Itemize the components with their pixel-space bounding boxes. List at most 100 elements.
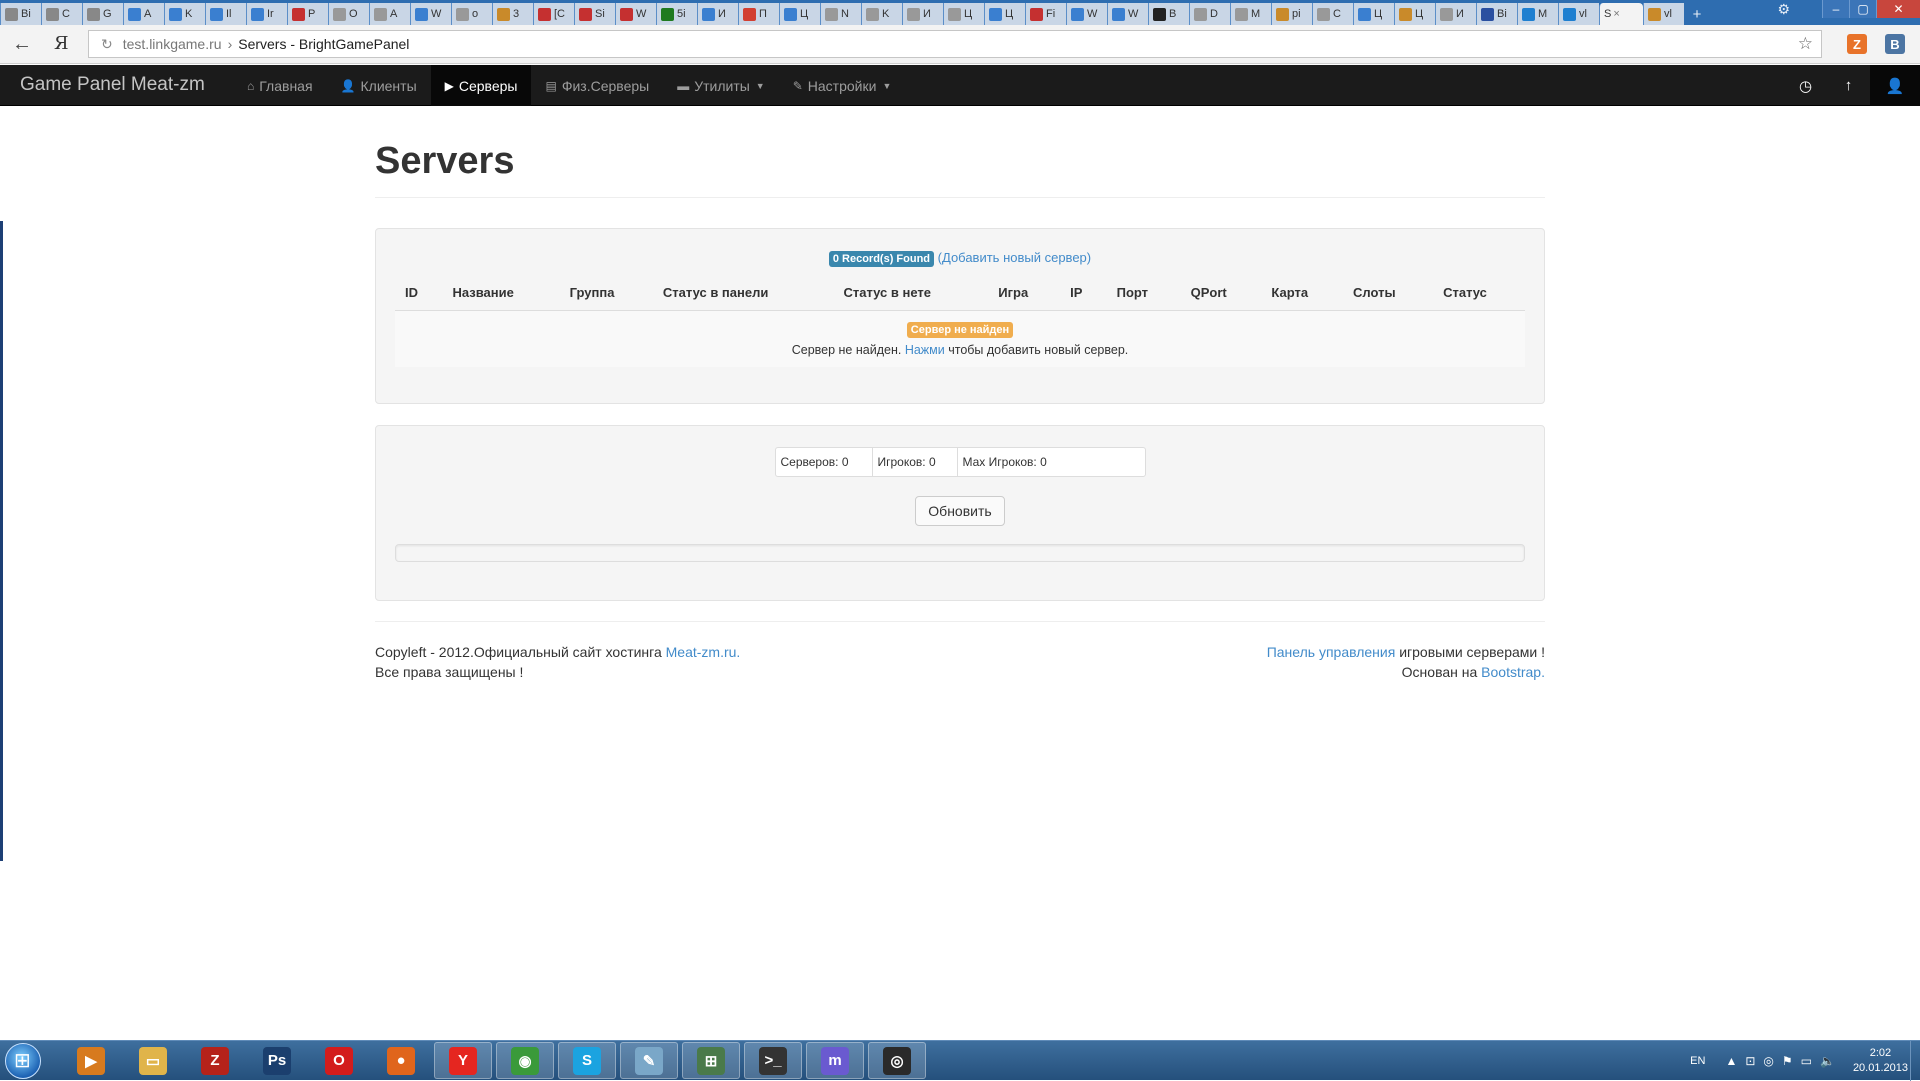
browser-tab[interactable]: W: [1107, 3, 1148, 25]
taskbar-mirc-button[interactable]: m: [806, 1042, 864, 1079]
browser-tab[interactable]: Ir: [246, 3, 287, 25]
taskbar-network-button[interactable]: ⊞: [682, 1042, 740, 1079]
browser-tab[interactable]: o: [451, 3, 492, 25]
maximize-button[interactable]: ▢: [1849, 0, 1876, 18]
browser-tab[interactable]: Fi: [1025, 3, 1066, 25]
upload-icon[interactable]: ↑: [1827, 65, 1870, 106]
extension-vk-icon[interactable]: B: [1885, 34, 1905, 54]
browser-tab[interactable]: Bi: [1476, 3, 1517, 25]
footer-panel-text: игровыми серверами !: [1399, 644, 1545, 660]
footer-panel-link[interactable]: Панель управления: [1267, 644, 1396, 660]
brand[interactable]: Game Panel Meat-zm: [20, 74, 205, 96]
taskbar-filezilla-button[interactable]: Z: [186, 1042, 244, 1079]
browser-tab[interactable]: vl: [1558, 3, 1599, 25]
tab-favicon-icon: [251, 7, 264, 21]
tab-favicon-icon: [333, 7, 346, 21]
close-window-button[interactable]: ✕: [1876, 0, 1920, 18]
browser-tab[interactable]: M: [1230, 3, 1271, 25]
tab-label: O: [349, 8, 358, 20]
reload-icon[interactable]: ↻: [101, 36, 113, 53]
browser-tab[interactable]: K: [164, 3, 205, 25]
nav-item-settings[interactable]: ✎ Настройки ▼: [779, 65, 906, 106]
browser-tab[interactable]: 5i: [656, 3, 697, 25]
browser-tab[interactable]: Ц: [1353, 3, 1394, 25]
start-button[interactable]: [5, 1043, 41, 1079]
clock-time: 2:02: [1869, 1047, 1892, 1059]
taskbar-steam-button[interactable]: ◎: [868, 1042, 926, 1079]
nav-item-phys-servers[interactable]: ▤ Физ.Серверы: [531, 65, 663, 106]
yandex-home-icon[interactable]: Я: [54, 33, 69, 54]
refresh-button[interactable]: Обновить: [915, 496, 1005, 526]
browser-tab[interactable]: O: [328, 3, 369, 25]
browser-tab[interactable]: П: [738, 3, 779, 25]
browser-tab[interactable]: Bi: [0, 3, 41, 25]
browser-tab[interactable]: P: [287, 3, 328, 25]
bookmark-star-icon[interactable]: ☆: [1798, 34, 1813, 54]
taskbar-media-player-button[interactable]: ▶: [62, 1042, 120, 1079]
power-icon[interactable]: ◷: [1784, 65, 1827, 106]
browser-tab[interactable]: Ц: [943, 3, 984, 25]
browser-tab[interactable]: Ц: [984, 3, 1025, 25]
address-bar[interactable]: ↻ test.linkgame.ru › Servers - BrightGam…: [88, 30, 1822, 58]
browser-tab[interactable]: Si: [574, 3, 615, 25]
browser-tab[interactable]: И: [1435, 3, 1476, 25]
taskbar-explorer-button[interactable]: ▭: [124, 1042, 182, 1079]
browser-tab[interactable]: C: [1312, 3, 1353, 25]
main-container: Servers 0 Record(s) Found (Добавить новы…: [375, 106, 1545, 682]
language-indicator[interactable]: EN: [1690, 1055, 1705, 1067]
taskbar-chrome-button[interactable]: ◉: [496, 1042, 554, 1079]
taskbar-yandex-button[interactable]: Y: [434, 1042, 492, 1079]
browser-tab[interactable]: И: [902, 3, 943, 25]
browser-tab[interactable]: A: [123, 3, 164, 25]
browser-tab[interactable]: Il: [205, 3, 246, 25]
browser-tab[interactable]: D: [1189, 3, 1230, 25]
tray-volume-icon[interactable]: 🔈: [1820, 1054, 1835, 1068]
browser-tab[interactable]: C: [41, 3, 82, 25]
nav-item-home[interactable]: ⌂ Главная: [233, 65, 327, 106]
footer-bootstrap-link[interactable]: Bootstrap.: [1481, 664, 1545, 680]
taskbar-opera-button[interactable]: O: [310, 1042, 368, 1079]
user-icon[interactable]: 👤: [1870, 65, 1920, 106]
browser-tab[interactable]: M: [1517, 3, 1558, 25]
show-desktop-button[interactable]: [1910, 1041, 1920, 1081]
clock[interactable]: 2:02 20.01.2013: [1853, 1046, 1908, 1076]
browser-tab[interactable]: W: [410, 3, 451, 25]
tray-arrow-icon[interactable]: ▲: [1725, 1054, 1737, 1068]
browser-tab[interactable]: N: [820, 3, 861, 25]
browser-tab[interactable]: pi: [1271, 3, 1312, 25]
browser-tab[interactable]: 3: [492, 3, 533, 25]
taskbar-photoshop-button[interactable]: Ps: [248, 1042, 306, 1079]
back-arrow-icon[interactable]: ←: [12, 33, 32, 56]
browser-tab[interactable]: W: [1066, 3, 1107, 25]
tray-flag-icon[interactable]: ⚑: [1782, 1054, 1793, 1068]
add-server-click-link[interactable]: Нажми: [905, 343, 945, 357]
new-tab-button[interactable]: +: [1684, 3, 1710, 25]
tray-network-icon[interactable]: ⊡: [1745, 1054, 1755, 1068]
taskbar-firefox-button[interactable]: ●: [372, 1042, 430, 1079]
extension-z-icon[interactable]: Z: [1847, 34, 1867, 54]
nav-item-clients[interactable]: 👤 Клиенты: [327, 65, 431, 106]
browser-tab[interactable]: И: [697, 3, 738, 25]
add-server-link[interactable]: Добавить новый сервер: [942, 250, 1087, 265]
browser-tab-active[interactable]: S ×: [1599, 3, 1643, 25]
minimize-button[interactable]: –: [1822, 0, 1849, 18]
browser-tab[interactable]: [C: [533, 3, 574, 25]
nav-item-servers[interactable]: ▶ Серверы: [430, 65, 532, 106]
browser-tab[interactable]: G: [82, 3, 123, 25]
tray-steam-icon[interactable]: ◎: [1763, 1054, 1773, 1068]
footer-site-link[interactable]: Meat-zm.ru.: [666, 644, 741, 660]
browser-tab[interactable]: W: [615, 3, 656, 25]
browser-tab[interactable]: K: [861, 3, 902, 25]
browser-tab[interactable]: Ц: [779, 3, 820, 25]
browser-tab[interactable]: B: [1148, 3, 1189, 25]
browser-tab[interactable]: Ц: [1394, 3, 1435, 25]
taskbar-notepad-button[interactable]: ✎: [620, 1042, 678, 1079]
nav-item-utilities[interactable]: ▬ Утилиты ▼: [663, 65, 779, 106]
browser-settings-icon[interactable]: ⚙: [1777, 1, 1790, 18]
browser-tab[interactable]: vl: [1643, 3, 1684, 25]
browser-tab[interactable]: A: [369, 3, 410, 25]
tab-close-icon[interactable]: ×: [1613, 8, 1619, 20]
tray-monitor-icon[interactable]: ▭: [1801, 1054, 1812, 1068]
taskbar-terminal-button[interactable]: >_: [744, 1042, 802, 1079]
taskbar-skype-button[interactable]: S: [558, 1042, 616, 1079]
